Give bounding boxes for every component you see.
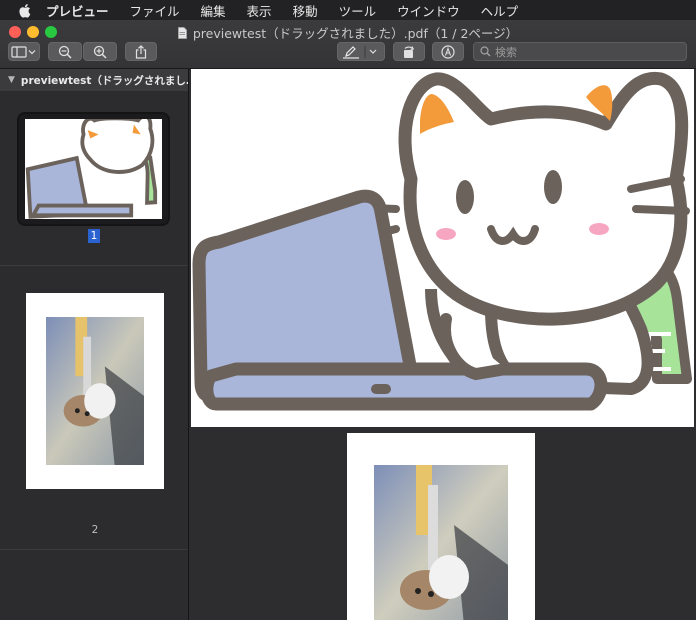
menu-window[interactable]: ウインドウ [397, 1, 460, 20]
sidebar-divider [0, 265, 188, 266]
search-field[interactable]: 検索 [473, 42, 687, 61]
pdf-page-1[interactable] [191, 69, 694, 427]
share-icon [135, 44, 147, 59]
sidebar-icon [11, 45, 36, 58]
sidebar-document-header[interactable]: ▼ previewtest（ドラッグされまし… [0, 69, 188, 91]
sidebar-document-title: previewtest（ドラッグされまし… [20, 74, 188, 87]
thumbnail-sidebar[interactable]: ▼ previewtest（ドラッグされまし… 1 2 [0, 69, 189, 620]
menu-help[interactable]: ヘルプ [481, 1, 519, 20]
zoom-in-icon [93, 45, 107, 59]
zoom-out-icon [58, 45, 72, 59]
title-bar: previewtest（ドラッグされました）.pdf（1 / 2ページ） 検索 [0, 20, 696, 69]
sidebar-toggle-button[interactable] [8, 42, 40, 61]
menu-tools[interactable]: ツール [339, 1, 377, 20]
pen-icon [343, 45, 377, 59]
window-title-text: previewtest（ドラッグされました）.pdf（1 / 2ページ） [192, 26, 519, 41]
page-number-1-badge: 1 [88, 229, 100, 243]
page-thumbnail-2[interactable] [26, 293, 164, 489]
search-icon [480, 46, 491, 57]
kitten-photo-thumbnail [46, 317, 144, 465]
disclosure-triangle-icon[interactable]: ▼ [8, 75, 15, 85]
markup-circle-icon [441, 44, 455, 59]
rotate-button[interactable] [393, 42, 425, 61]
page-thumbnail-1[interactable] [17, 112, 170, 226]
pdf-document-icon [177, 26, 187, 39]
menu-bar: プレビュー ファイル 編集 表示 移動 ツール ウインドウ ヘルプ [0, 0, 696, 20]
preview-window: previewtest（ドラッグされました）.pdf（1 / 2ページ） 検索 … [0, 20, 696, 620]
window-title: previewtest（ドラッグされました）.pdf（1 / 2ページ） [0, 23, 696, 42]
apple-icon[interactable] [18, 2, 32, 18]
cat-with-laptop-illustration [192, 71, 692, 411]
cat-laptop-thumbnail-image [25, 114, 162, 219]
sidebar-divider [0, 549, 188, 550]
document-view[interactable] [189, 69, 696, 620]
zoom-out-button[interactable] [48, 42, 82, 61]
menu-file[interactable]: ファイル [130, 1, 180, 20]
menu-edit[interactable]: 編集 [201, 1, 226, 20]
markup-pen-button[interactable] [337, 42, 385, 61]
pdf-page-2[interactable] [347, 433, 535, 620]
zoom-in-button[interactable] [83, 42, 117, 61]
share-button[interactable] [125, 42, 157, 61]
menu-app-name[interactable]: プレビュー [46, 1, 109, 20]
menu-go[interactable]: 移動 [293, 1, 318, 20]
markup-toolbar-button[interactable] [432, 42, 464, 61]
kitten-photo [374, 465, 508, 620]
menu-view[interactable]: 表示 [247, 1, 272, 20]
search-placeholder: 検索 [495, 45, 517, 59]
page-number-2-label: 2 [91, 524, 99, 536]
rotate-icon [404, 45, 415, 58]
